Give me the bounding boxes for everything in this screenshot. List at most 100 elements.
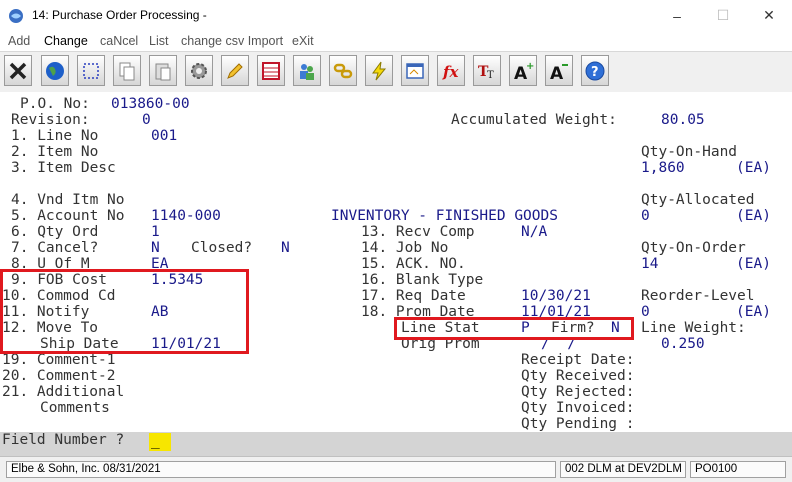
- paste-icon: [155, 63, 171, 80]
- edit-button[interactable]: [221, 55, 249, 86]
- field-19-label: 19. Comment-1: [2, 352, 116, 368]
- field-2-label: 2. Item No: [11, 144, 99, 160]
- svg-text:+: +: [526, 61, 534, 72]
- close-window-button[interactable]: ✕: [746, 0, 792, 31]
- field-20-label: 20. Comment-2: [2, 368, 116, 384]
- field-3-label: 3. Item Desc: [11, 160, 116, 176]
- field-15-label: 15. ACK. NO.: [361, 256, 466, 272]
- select-button[interactable]: [77, 55, 105, 86]
- status-company: Elbe & Sohn, Inc. 08/31/2021: [6, 461, 556, 478]
- table-button[interactable]: [257, 55, 285, 86]
- select-icon: [83, 62, 99, 79]
- revision-label: Revision:: [11, 112, 90, 128]
- settings-icon: [191, 62, 207, 79]
- field-17-label: 17. Req Date: [361, 288, 466, 304]
- recv-comp-value: N/A: [521, 224, 548, 240]
- reorder-level-value: 0: [641, 304, 650, 320]
- field-7-label: 7. Cancel?: [11, 240, 99, 256]
- field-number-cursor: _: [151, 433, 160, 449]
- copy-icon: [119, 62, 135, 80]
- qty-pending-label: Qty Pending :: [521, 416, 635, 432]
- reorder-level-uom: (EA): [736, 304, 771, 320]
- account-no-value: 1140-000: [151, 208, 221, 224]
- menu-list[interactable]: List: [149, 34, 168, 48]
- field-5-label: 5. Account No: [11, 208, 125, 224]
- menu-exit[interactable]: eXit: [292, 34, 314, 48]
- qty-allocated-uom: (EA): [736, 208, 771, 224]
- globe-button[interactable]: [41, 55, 69, 86]
- help-button[interactable]: ?: [581, 55, 609, 86]
- window-icon: [406, 62, 424, 79]
- close-button[interactable]: [4, 55, 32, 86]
- function-button[interactable]: fx: [437, 55, 465, 86]
- minimize-button[interactable]: –: [654, 0, 700, 31]
- link-button[interactable]: [329, 55, 357, 86]
- menu-change-csv-import[interactable]: change csv Import: [181, 34, 283, 48]
- svg-text:?: ?: [591, 65, 599, 80]
- qty-received-label: Qty Received:: [521, 368, 635, 384]
- table-icon: [262, 61, 280, 80]
- status-bar: Elbe & Sohn, Inc. 08/31/2021 002 DLM at …: [0, 456, 792, 482]
- qty-rejected-label: Qty Rejected:: [521, 384, 635, 400]
- function-icon: fx: [442, 63, 459, 81]
- qty-on-hand-label: Qty-On-Hand: [641, 144, 738, 160]
- field-6-label: 6. Qty Ord: [11, 224, 99, 240]
- menu-cancel[interactable]: caNcel: [100, 34, 138, 48]
- svg-text:fx: fx: [442, 63, 459, 81]
- highlight-box-cost-shipdate: [0, 269, 249, 354]
- qty-on-hand-uom: (EA): [736, 160, 771, 176]
- line-weight-label: Line Weight:: [641, 320, 746, 336]
- accumulated-weight-value: 80.05: [661, 112, 705, 128]
- edit-icon: [227, 62, 243, 79]
- reorder-level-label: Reorder-Level: [641, 288, 755, 304]
- field-21-label: 21. Additional: [2, 384, 125, 400]
- lightning-icon: [372, 61, 387, 80]
- po-value: 013860-00: [111, 96, 190, 112]
- field-number-input[interactable]: _: [149, 433, 171, 451]
- closed-value: N: [281, 240, 290, 256]
- maximize-button[interactable]: ☐: [700, 0, 746, 31]
- font-decrease-icon: A: [550, 63, 568, 82]
- status-session: 002 DLM at DEV2DLM: [560, 461, 686, 478]
- window-button[interactable]: [401, 55, 429, 86]
- font-increase-button[interactable]: A +: [509, 55, 537, 86]
- field-number-bar: Field Number ?: [0, 432, 792, 456]
- qty-allocated-value: 0: [641, 208, 650, 224]
- account-description: INVENTORY - FINISHED GOODS: [331, 208, 558, 224]
- paste-button[interactable]: [149, 55, 177, 86]
- qty-on-order-value: 14: [641, 256, 659, 272]
- accumulated-weight-label: Accumulated Weight:: [451, 112, 617, 128]
- settings-button[interactable]: [185, 55, 213, 86]
- field-16-label: 16. Blank Type: [361, 272, 484, 288]
- font-decrease-button[interactable]: A: [545, 55, 573, 86]
- menu-add[interactable]: Add: [8, 34, 30, 48]
- lightning-button[interactable]: [365, 55, 393, 86]
- comments-label: Comments: [40, 400, 110, 416]
- text-format-button[interactable]: TT: [473, 55, 501, 86]
- close-icon: [9, 62, 27, 79]
- title-bar: 14: Purchase Order Processing - – ☐ ✕: [0, 0, 792, 32]
- field-14-label: 14. Job No: [361, 240, 449, 256]
- globe-icon: [46, 61, 64, 80]
- svg-text:T: T: [487, 70, 494, 81]
- receipt-date-label: Receipt Date:: [521, 352, 635, 368]
- closed-label: Closed?: [191, 240, 253, 256]
- qty-on-hand-value: 1,860: [641, 160, 685, 176]
- req-date-value: 10/30/21: [521, 288, 591, 304]
- svg-text:A: A: [550, 64, 564, 82]
- menu-change[interactable]: Change: [44, 34, 88, 48]
- qty-ord-value: 1: [151, 224, 160, 240]
- toolbar: fx TT A + A ?: [0, 51, 792, 93]
- copy-button[interactable]: [113, 55, 141, 86]
- window-title: 14: Purchase Order Processing -: [32, 8, 207, 22]
- font-increase-icon: A+: [514, 61, 534, 82]
- revision-value: 0: [142, 112, 151, 128]
- field-number-label: Field Number ?: [2, 432, 125, 448]
- po-label: P.O. No:: [20, 96, 90, 112]
- highlight-box-line-status: [394, 317, 634, 340]
- qty-allocated-label: Qty-Allocated: [641, 192, 755, 208]
- terminal-screen: P.O. No: 013860-00 Revision: 0 Accumulat…: [0, 92, 792, 432]
- cancel-value: N: [151, 240, 160, 256]
- field-4-label: 4. Vnd Itm No: [11, 192, 125, 208]
- users-button[interactable]: [293, 55, 321, 86]
